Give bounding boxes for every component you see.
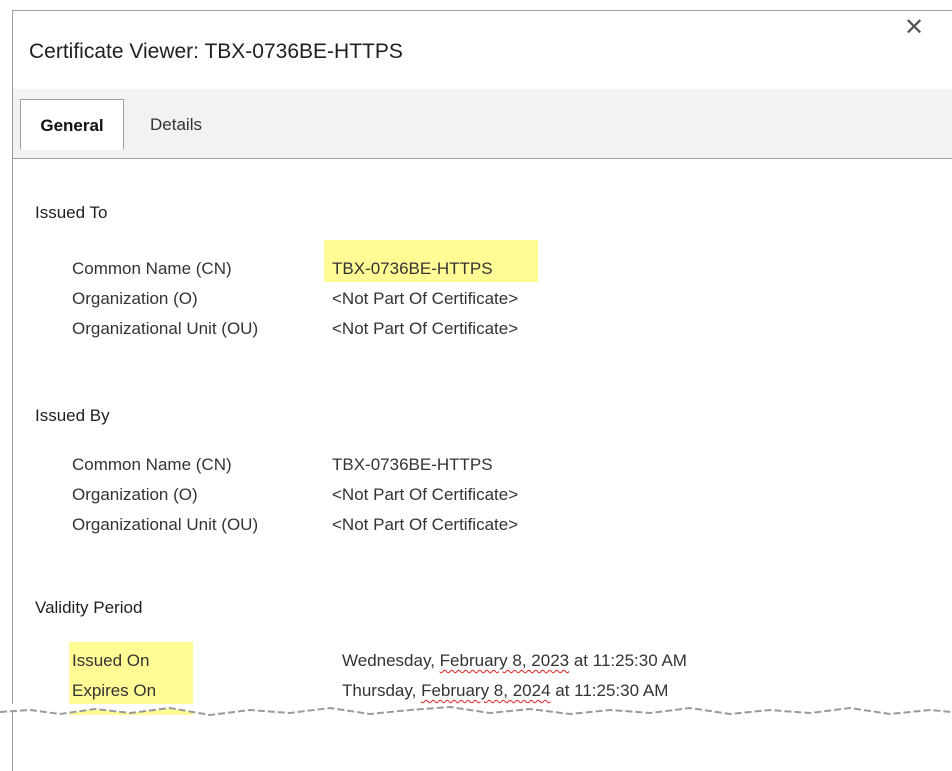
issued-to-cn-label: Common Name (CN) [72, 259, 232, 278]
issued-by-heading: Issued By [35, 406, 110, 425]
issued-by-ou-value: <Not Part Of Certificate> [332, 515, 519, 534]
issued-to-ou-label: Organizational Unit (OU) [72, 319, 259, 338]
expires-on-label: Expires On [72, 681, 157, 700]
issued-by-org-label: Organization (O) [72, 485, 198, 504]
issued-to-cn-value: TBX-0736BE-HTTPS [332, 259, 493, 278]
issued-to-org-label: Organization (O) [72, 289, 198, 308]
issued-by-cn-label: Common Name (CN) [72, 455, 232, 474]
issued-by-org-value: <Not Part Of Certificate> [332, 485, 519, 504]
tab-bar-divider [13, 158, 952, 159]
issued-to-heading: Issued To [35, 203, 108, 222]
issued-on-value: Wednesday, February 8, 2023 at 11:25:30 … [342, 651, 687, 671]
issued-on-date: February 8, 2023 [439, 651, 570, 670]
dialog-title: Certificate Viewer: TBX-0736BE-HTTPS [29, 40, 403, 63]
expires-on-day: Thursday, [342, 681, 422, 700]
issued-to-org-value: <Not Part Of Certificate> [332, 289, 519, 308]
torn-edge [0, 704, 952, 717]
issued-on-time: at 11:25:30 AM [569, 651, 687, 670]
expires-on-time: at 11:25:30 AM [550, 681, 669, 700]
issued-on-day: Wednesday, [342, 651, 440, 670]
expires-on-value: Thursday, February 8, 2024 at 11:25:30 A… [342, 681, 668, 701]
tab-details[interactable]: Details [131, 99, 221, 148]
issued-by-ou-label: Organizational Unit (OU) [72, 515, 259, 534]
expires-on-date: February 8, 2024 [421, 681, 551, 700]
issued-to-ou-value: <Not Part Of Certificate> [332, 319, 519, 338]
close-icon[interactable]: ✕ [902, 16, 926, 40]
validity-period-heading: Validity Period [35, 598, 143, 617]
tab-general[interactable]: General [20, 99, 124, 150]
issued-by-cn-value: TBX-0736BE-HTTPS [332, 455, 493, 474]
issued-on-label: Issued On [72, 651, 150, 670]
